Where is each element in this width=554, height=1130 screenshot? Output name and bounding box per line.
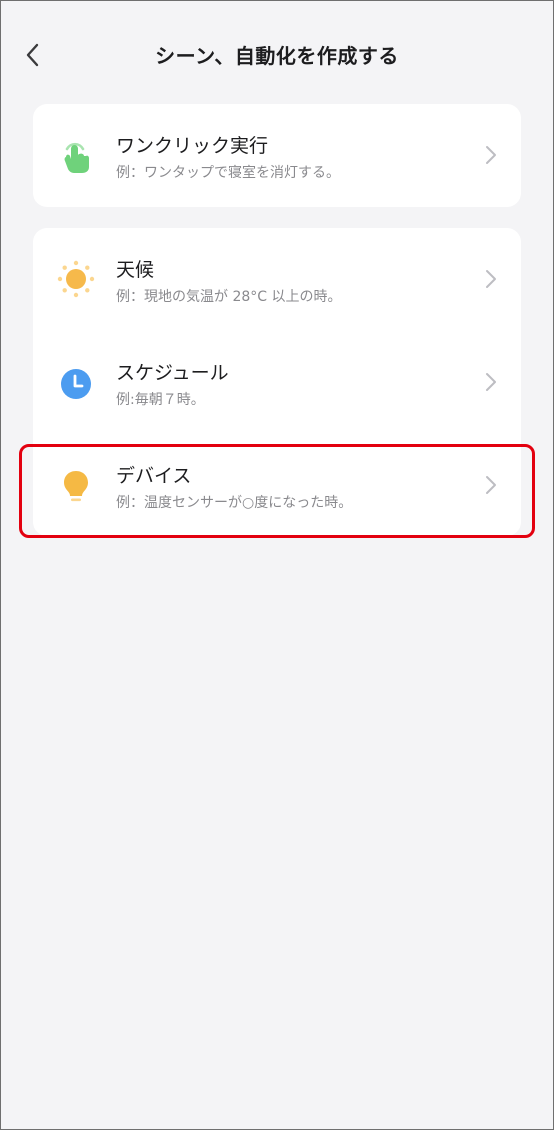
schedule-item[interactable]: スケジュール 例:毎朝７時。 xyxy=(33,331,521,434)
clock-icon xyxy=(56,363,96,403)
one-click-card: ワンクリック実行 例：ワンタップで寝室を消灯する。 xyxy=(33,104,521,207)
device-item[interactable]: デバイス 例：温度センサーが○度になった時。 xyxy=(33,434,521,537)
chevron-right-icon xyxy=(486,270,496,288)
schedule-subtitle: 例:毎朝７時。 xyxy=(116,392,205,408)
sun-icon xyxy=(56,260,96,300)
device-subtitle: 例：温度センサーが○度になった時。 xyxy=(116,495,353,511)
page-title: シーン、自動化を作成する xyxy=(155,44,399,68)
screen: シーン、自動化を作成する ワンクリック実行 例：ワンタップで寝室を消灯する。 天… xyxy=(0,0,554,1130)
header: シーン、自動化を作成する xyxy=(1,1,553,107)
chevron-right-icon xyxy=(486,373,496,391)
tap-hand-icon xyxy=(56,136,96,176)
schedule-title: スケジュール xyxy=(116,362,229,384)
weather-item[interactable]: 天候 例：現地の気温が 28°C 以上の時。 xyxy=(33,228,521,331)
one-click-item[interactable]: ワンクリック実行 例：ワンタップで寝室を消灯する。 xyxy=(33,104,521,207)
chevron-right-icon xyxy=(486,476,496,494)
weather-title: 天候 xyxy=(116,259,155,281)
conditions-card: 天候 例：現地の気温が 28°C 以上の時。 スケジュール 例:毎朝７時。 デバ… xyxy=(33,228,521,536)
weather-subtitle: 例：現地の気温が 28°C 以上の時。 xyxy=(116,289,342,305)
device-title: デバイス xyxy=(116,465,192,487)
chevron-right-icon xyxy=(486,146,496,164)
one-click-subtitle: 例：ワンタップで寝室を消灯する。 xyxy=(116,165,340,181)
one-click-title: ワンクリック実行 xyxy=(116,135,269,157)
lightbulb-icon xyxy=(56,466,96,506)
